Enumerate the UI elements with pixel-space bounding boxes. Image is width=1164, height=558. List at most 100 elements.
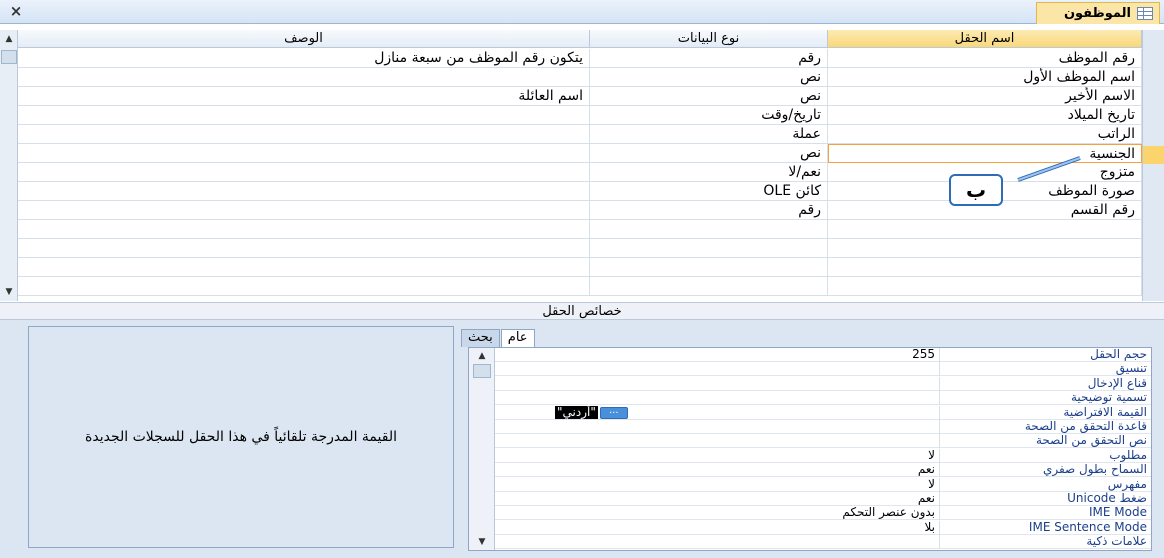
- field-name-cell[interactable]: [828, 258, 1142, 277]
- property-row[interactable]: تنسيق: [495, 362, 1151, 377]
- data-type-cell[interactable]: كائن OLE: [590, 182, 828, 201]
- data-type-cell[interactable]: نص: [590, 87, 828, 106]
- property-value[interactable]: [495, 362, 939, 376]
- property-row[interactable]: تسمية توضيحية: [495, 391, 1151, 406]
- scroll-up-icon[interactable]: ▲: [1, 32, 17, 46]
- property-row[interactable]: IME Sentence Mode بلا: [495, 520, 1151, 535]
- description-cell[interactable]: [18, 220, 590, 239]
- field-name-cell[interactable]: الاسم الأخير: [828, 87, 1142, 106]
- data-type-cell[interactable]: [590, 220, 828, 239]
- field-properties-pane: القيمة المدرجة تلقائياً في هذا الحقل للس…: [0, 320, 1164, 558]
- field-row[interactable]: عملة الراتب: [18, 125, 1142, 144]
- field-name-cell[interactable]: تاريخ الميلاد: [828, 106, 1142, 125]
- data-type-cell[interactable]: [590, 277, 828, 296]
- field-row[interactable]: نص اسم الموظف الأول: [18, 68, 1142, 87]
- property-row[interactable]: ضغط Unicode نعم: [495, 492, 1151, 506]
- property-value[interactable]: [495, 377, 939, 391]
- properties-scrollbar[interactable]: ▲ ▼: [469, 348, 495, 550]
- description-cell[interactable]: اسم العائلة: [18, 87, 590, 106]
- property-label: ضغط Unicode: [939, 492, 1151, 506]
- data-type-cell[interactable]: عملة: [590, 125, 828, 144]
- description-cell[interactable]: [18, 258, 590, 277]
- property-value[interactable]: نعم: [495, 492, 939, 506]
- property-value[interactable]: [495, 420, 939, 434]
- data-type-cell[interactable]: [590, 258, 828, 277]
- property-value[interactable]: نعم: [495, 463, 939, 477]
- property-value[interactable]: 255: [495, 348, 939, 362]
- document-tab-employees[interactable]: الموظفون: [1036, 2, 1160, 24]
- property-label: القيمة الافتراضية: [939, 405, 1151, 420]
- field-row[interactable]: يتكون رقم الموظف من سبعة منازل رقم رقم الم…: [18, 49, 1142, 68]
- grid-vertical-scrollbar[interactable]: ▲ ▼: [0, 30, 18, 301]
- scroll-up-icon[interactable]: ▲: [474, 350, 490, 362]
- property-row[interactable]: حجم الحقل 255: [495, 348, 1151, 362]
- field-row[interactable]: [18, 239, 1142, 258]
- default-value-editor[interactable]: ··· "أردني": [495, 406, 628, 420]
- description-cell[interactable]: [18, 106, 590, 125]
- field-row[interactable]: [18, 220, 1142, 239]
- property-row[interactable]: IME Mode بدون عنصر التحكم: [495, 506, 1151, 521]
- field-row[interactable]: نص الجنسية: [18, 144, 1142, 163]
- description-cell[interactable]: [18, 68, 590, 87]
- property-row[interactable]: علامات ذكية: [495, 535, 1151, 550]
- description-cell[interactable]: [18, 239, 590, 258]
- scroll-thumb[interactable]: [1, 50, 17, 64]
- field-name-cell[interactable]: [828, 220, 1142, 239]
- field-properties-title: خصائص الحقل: [0, 302, 1164, 320]
- build-button[interactable]: ···: [599, 406, 628, 419]
- property-row[interactable]: قاعدة التحقق من الصحة: [495, 420, 1151, 434]
- property-value[interactable]: ··· "أردني": [495, 406, 939, 420]
- property-value[interactable]: [495, 434, 939, 448]
- data-type-cell[interactable]: رقم: [590, 201, 828, 220]
- property-row[interactable]: قناع الإدخال: [495, 376, 1151, 391]
- data-type-cell[interactable]: رقم: [590, 49, 828, 68]
- column-header-field-name: اسم الحقل: [828, 30, 1142, 48]
- field-row[interactable]: [18, 258, 1142, 277]
- data-type-cell[interactable]: نص: [590, 144, 828, 163]
- field-row[interactable]: تاريخ/وقت تاريخ الميلاد: [18, 106, 1142, 125]
- property-row[interactable]: القيمة الافتراضية ··· "أردني": [495, 405, 1151, 420]
- field-name-cell[interactable]: الراتب: [828, 125, 1142, 144]
- field-name-cell[interactable]: رقم الموظف: [828, 49, 1142, 68]
- property-value[interactable]: لا: [495, 448, 939, 463]
- field-row[interactable]: [18, 277, 1142, 296]
- description-cell[interactable]: [18, 163, 590, 182]
- data-type-cell[interactable]: نص: [590, 68, 828, 87]
- property-value[interactable]: لا: [495, 477, 939, 492]
- field-name-cell[interactable]: [828, 277, 1142, 296]
- description-cell[interactable]: [18, 277, 590, 296]
- field-row[interactable]: اسم العائلة نص الاسم الأخير: [18, 87, 1142, 106]
- data-type-cell[interactable]: نعم/لا: [590, 163, 828, 182]
- field-name-cell[interactable]: اسم الموظف الأول: [828, 68, 1142, 87]
- property-row[interactable]: مطلوب لا: [495, 448, 1151, 463]
- property-label: IME Sentence Mode: [939, 520, 1151, 535]
- column-header-data-type: نوع البيانات: [590, 30, 828, 48]
- tab-lookup[interactable]: بحث: [461, 329, 500, 347]
- table-icon: [1137, 7, 1153, 20]
- scroll-down-icon[interactable]: ▼: [1, 285, 17, 299]
- property-row[interactable]: السماح بطول صفري نعم: [495, 463, 1151, 478]
- close-icon[interactable]: ×: [8, 3, 24, 19]
- scroll-thumb[interactable]: [473, 364, 491, 378]
- description-cell[interactable]: [18, 125, 590, 144]
- property-value[interactable]: [495, 391, 939, 405]
- property-label: السماح بطول صفري: [939, 463, 1151, 478]
- description-cell[interactable]: [18, 144, 590, 163]
- property-value[interactable]: بدون عنصر التحكم: [495, 506, 939, 520]
- property-row[interactable]: نص التحقق من الصحة: [495, 434, 1151, 449]
- data-type-cell[interactable]: تاريخ/وقت: [590, 106, 828, 125]
- description-cell[interactable]: يتكون رقم الموظف من سبعة منازل: [18, 49, 590, 68]
- description-cell[interactable]: [18, 201, 590, 220]
- tab-general[interactable]: عام: [500, 329, 535, 347]
- field-name-cell[interactable]: [828, 239, 1142, 258]
- description-cell[interactable]: [18, 182, 590, 201]
- default-value-text[interactable]: "أردني": [555, 406, 598, 420]
- property-help-text: القيمة المدرجة تلقائياً في هذا الحقل للس…: [28, 326, 454, 548]
- scroll-down-icon[interactable]: ▼: [474, 536, 490, 548]
- property-value[interactable]: بلا: [495, 520, 939, 535]
- property-row[interactable]: مفهرس لا: [495, 477, 1151, 492]
- row-selector-column[interactable]: [1142, 30, 1164, 301]
- data-type-cell[interactable]: [590, 239, 828, 258]
- field-name-cell[interactable]: الجنسية: [828, 144, 1142, 163]
- property-value[interactable]: [495, 535, 939, 549]
